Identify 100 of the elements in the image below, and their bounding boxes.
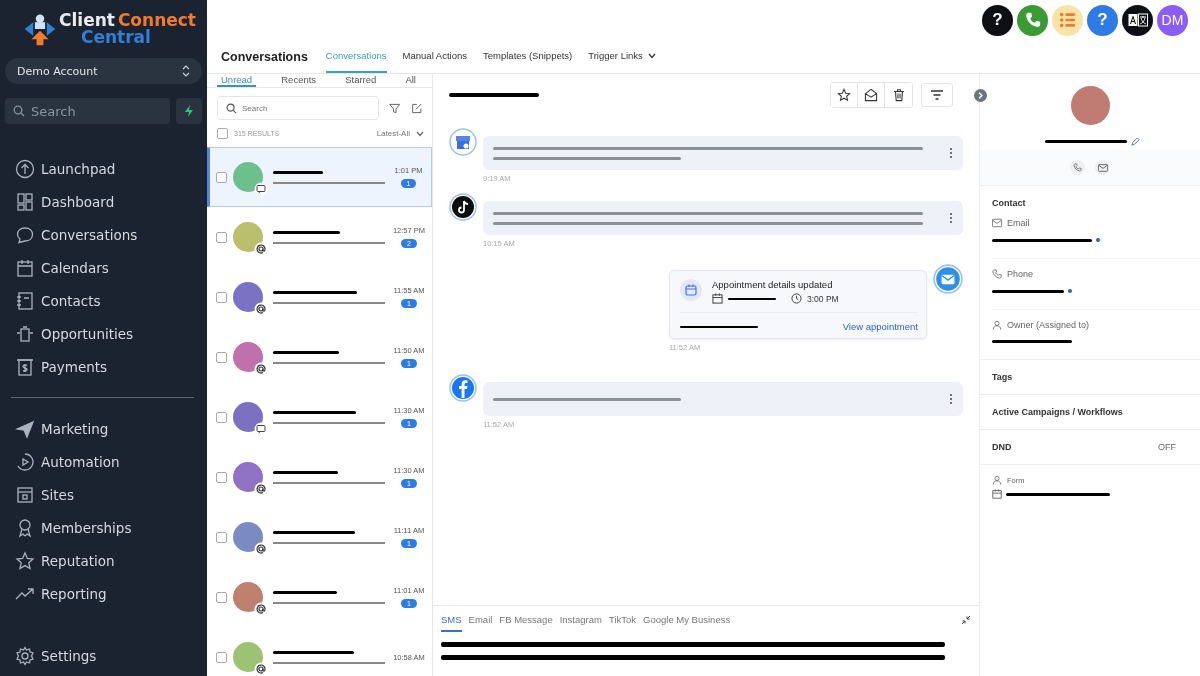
checkbox[interactable] bbox=[216, 291, 227, 303]
header-tab[interactable]: Manual Actions bbox=[402, 40, 467, 73]
at-sign-icon bbox=[254, 242, 268, 256]
search-field[interactable]: Search bbox=[5, 98, 170, 124]
user-avatar[interactable]: DM bbox=[1157, 4, 1188, 36]
nav-item[interactable]: Reporting bbox=[5, 577, 202, 610]
channel-tab[interactable]: Instagram bbox=[559, 608, 602, 632]
field-label: Email bbox=[1007, 218, 1030, 228]
settings-icon bbox=[15, 645, 35, 666]
at-sign-icon bbox=[254, 602, 268, 616]
channel-tab[interactable]: SMS bbox=[441, 608, 462, 632]
more-icon[interactable] bbox=[949, 147, 953, 159]
filter-button[interactable] bbox=[921, 83, 953, 107]
filter-tab[interactable]: Starred bbox=[341, 74, 381, 87]
lightning-icon bbox=[184, 105, 194, 117]
checkbox[interactable] bbox=[216, 411, 227, 423]
checkbox[interactable] bbox=[216, 171, 227, 183]
person-icon bbox=[992, 320, 1002, 330]
expand-icon[interactable] bbox=[974, 89, 987, 102]
checkbox[interactable] bbox=[216, 231, 227, 243]
header-tab[interactable]: Templates (Snippets) bbox=[483, 40, 573, 73]
nav-item[interactable]: Marketing bbox=[5, 412, 202, 445]
header-tab[interactable]: Trigger Links bbox=[588, 40, 656, 73]
call-button[interactable] bbox=[1070, 160, 1085, 175]
chevron-icon bbox=[182, 65, 190, 77]
nav-item[interactable]: Calendars bbox=[5, 251, 202, 284]
section-title: Tags bbox=[992, 372, 1013, 382]
search-field[interactable]: Search bbox=[217, 96, 379, 120]
redaction-bar bbox=[273, 590, 337, 594]
page-title: Conversations bbox=[221, 49, 308, 64]
contact-avatar bbox=[1070, 86, 1110, 125]
checkbox[interactable] bbox=[216, 591, 227, 603]
mail-icon bbox=[1097, 163, 1108, 172]
compose-icon[interactable] bbox=[410, 101, 422, 115]
tiktok-icon bbox=[449, 193, 477, 221]
checkbox[interactable] bbox=[216, 651, 227, 663]
checkbox[interactable] bbox=[216, 351, 227, 363]
collapse-icon[interactable] bbox=[961, 615, 971, 625]
clock-icon bbox=[791, 293, 802, 304]
edit-icon[interactable] bbox=[1130, 137, 1140, 146]
channel-tab[interactable]: Google My Business bbox=[643, 608, 731, 632]
brand-name: Connect bbox=[117, 12, 196, 29]
at-sign-icon bbox=[254, 362, 268, 376]
filter-tab[interactable]: All bbox=[401, 74, 420, 87]
checkbox[interactable] bbox=[217, 128, 228, 139]
section-title: DND bbox=[992, 442, 1012, 452]
dashboard-icon bbox=[15, 191, 35, 212]
storefront-icon bbox=[449, 128, 477, 156]
phone-button[interactable] bbox=[1017, 4, 1048, 36]
at-sign-icon bbox=[254, 542, 268, 556]
nav-item[interactable]: Reputation bbox=[5, 544, 202, 577]
checkbox[interactable] bbox=[216, 471, 227, 483]
nav-item[interactable]: Sites bbox=[5, 478, 202, 511]
filter-icon bbox=[930, 89, 944, 101]
dnd-status: OFF bbox=[1158, 442, 1176, 452]
channel-tab[interactable]: TikTok bbox=[608, 608, 637, 632]
marketing-icon bbox=[15, 418, 35, 439]
chevron-icon bbox=[416, 130, 424, 137]
calendar-icon bbox=[992, 489, 1002, 499]
more-icon[interactable] bbox=[949, 212, 953, 224]
more-icon[interactable] bbox=[949, 393, 953, 405]
redaction-bar bbox=[273, 350, 339, 354]
chat-icon bbox=[254, 182, 268, 196]
payments-icon bbox=[15, 356, 35, 377]
nav-item[interactable]: Contacts bbox=[5, 284, 202, 317]
filter-tab[interactable]: Recents bbox=[277, 74, 321, 87]
at-sign-icon bbox=[254, 302, 268, 316]
nav-item[interactable]: Opportunities bbox=[5, 317, 202, 350]
redaction-bar bbox=[273, 470, 338, 474]
checkbox[interactable] bbox=[216, 531, 227, 543]
conversations-icon bbox=[15, 224, 35, 245]
sort-dropdown[interactable]: Latest-All bbox=[376, 129, 424, 138]
nav-item[interactable]: Settings bbox=[5, 639, 202, 672]
nav-item[interactable]: Payments bbox=[5, 350, 202, 383]
quick-action-button[interactable] bbox=[176, 98, 202, 124]
nav-item[interactable]: Dashboard bbox=[5, 185, 202, 218]
filter-icon[interactable] bbox=[389, 101, 401, 115]
account-switcher[interactable]: Demo Account bbox=[5, 58, 202, 84]
mail-icon bbox=[933, 264, 963, 294]
channel-tab[interactable]: FB Message bbox=[499, 608, 553, 632]
filter-tab[interactable]: Unread bbox=[217, 74, 257, 87]
phone-icon bbox=[1023, 11, 1042, 29]
help-button[interactable]: ? bbox=[982, 4, 1013, 36]
view-appointment-link[interactable]: View appointment bbox=[842, 321, 918, 332]
star-icon bbox=[837, 88, 851, 102]
nav-item[interactable]: Launchpad bbox=[5, 152, 202, 185]
phone-icon bbox=[1073, 163, 1082, 172]
section-title: Contact bbox=[992, 198, 1027, 208]
help-button[interactable]: ? bbox=[1087, 4, 1118, 36]
nav-item[interactable]: Conversations bbox=[5, 218, 202, 251]
star-button[interactable] bbox=[831, 83, 858, 107]
redaction-bar bbox=[992, 289, 1064, 293]
email-button[interactable] bbox=[1095, 160, 1110, 175]
list-button[interactable] bbox=[1052, 4, 1083, 36]
verified-dot bbox=[1096, 238, 1100, 242]
channel-tab[interactable]: Email bbox=[468, 608, 493, 632]
envelope-icon bbox=[864, 88, 878, 102]
nav-item[interactable]: Memberships bbox=[5, 511, 202, 544]
translate-button[interactable] bbox=[1122, 4, 1153, 36]
nav-item[interactable]: Automation bbox=[5, 445, 202, 478]
